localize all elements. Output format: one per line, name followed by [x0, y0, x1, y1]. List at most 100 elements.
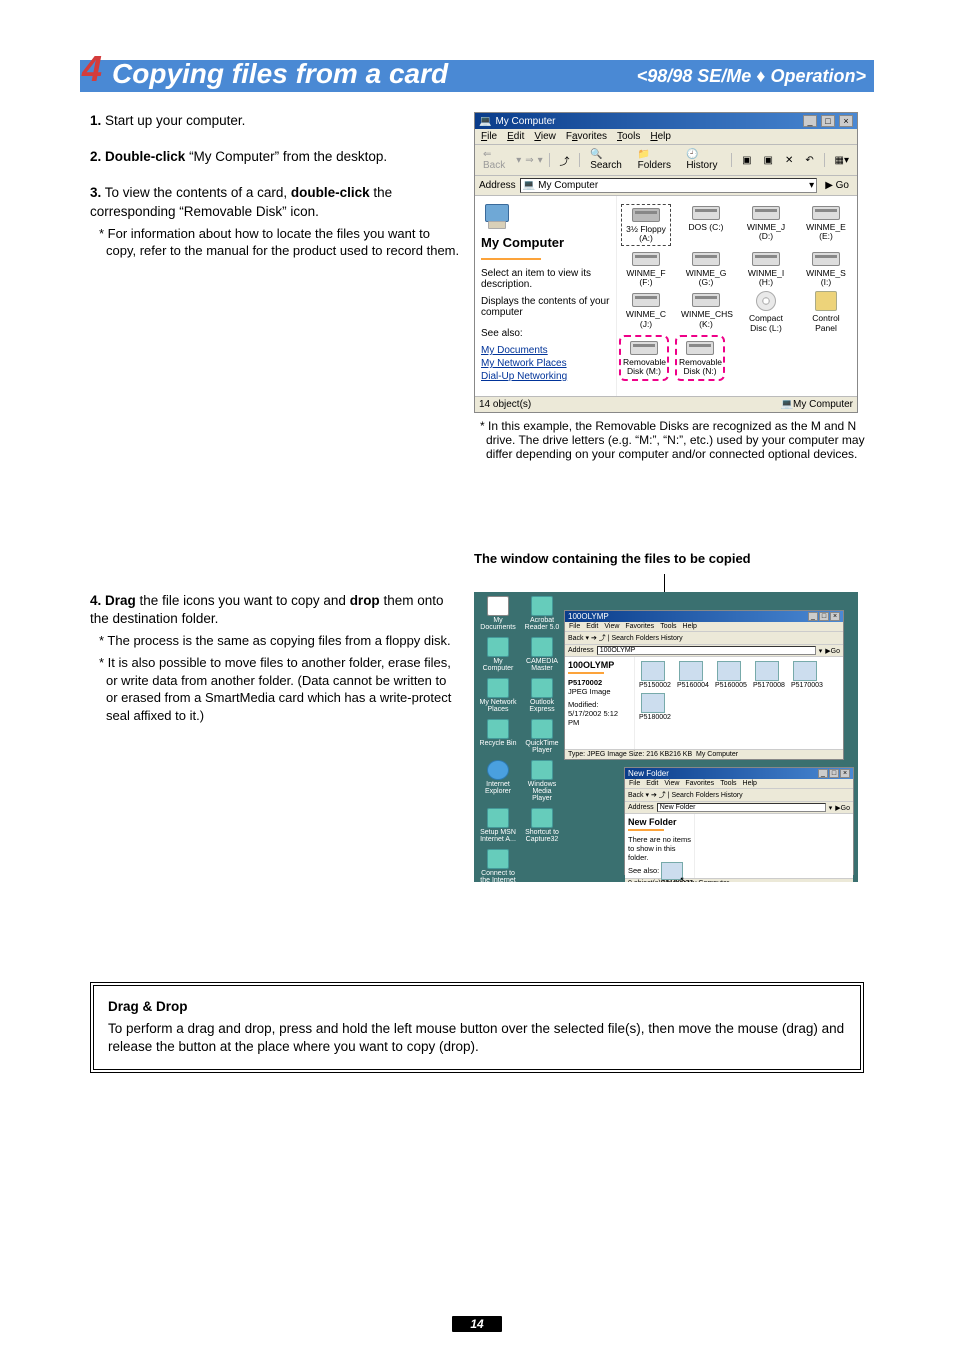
icon-msn[interactable]: Setup MSN Internet A...: [478, 808, 518, 843]
control-panel[interactable]: Control Panel: [801, 291, 851, 333]
link-dialup-networking[interactable]: Dial-Up Networking: [481, 371, 610, 382]
icon-ie[interactable]: Internet Explorer: [478, 760, 518, 802]
my-computer-icon: [481, 202, 513, 230]
step-bold: Double-click: [105, 149, 185, 164]
file-item[interactable]: P5170008: [753, 661, 781, 689]
toolbar-copyto[interactable]: ▣: [760, 153, 777, 168]
drive-f[interactable]: WINME_F (F:): [621, 250, 671, 288]
address-dropdown[interactable]: ▾: [819, 647, 823, 655]
toolbar-forward[interactable]: ⇒: [525, 155, 533, 166]
menu-file[interactable]: File: [481, 131, 497, 142]
sw-titlebar[interactable]: New Folder _□×: [625, 768, 853, 779]
address-dropdown[interactable]: ▾: [809, 180, 814, 191]
address-input[interactable]: New Folder: [657, 803, 826, 812]
drive-removable-m[interactable]: Removable Disk (M:): [619, 335, 669, 381]
drive-h[interactable]: WINME_I (H:): [741, 250, 791, 288]
maximize-button[interactable]: □: [821, 115, 835, 127]
file-item[interactable]: P5180002: [639, 693, 667, 721]
minimize-button[interactable]: _: [808, 612, 818, 621]
icon-network-places[interactable]: My Network Places: [478, 678, 518, 713]
menu-tools[interactable]: Tools: [720, 780, 736, 787]
menu-tools[interactable]: Tools: [660, 623, 676, 630]
icon-camedia[interactable]: CAMEDIA Master: [522, 637, 562, 672]
address-dropdown[interactable]: ▾: [829, 804, 833, 812]
maximize-button[interactable]: □: [819, 612, 829, 621]
file-item[interactable]: P5170003: [791, 661, 819, 689]
file-item[interactable]: P5150002: [639, 661, 667, 689]
address-input[interactable]: 💻 My Computer ▾: [520, 178, 818, 193]
menu-favorites[interactable]: Favorites: [566, 131, 607, 142]
link-my-documents[interactable]: My Documents: [481, 345, 610, 356]
toolbar-history[interactable]: 🕘 History: [682, 147, 725, 173]
toolbar-moveto[interactable]: ▣: [738, 153, 755, 168]
window-titlebar[interactable]: 💻 My Computer _ □ ×: [475, 113, 857, 129]
drive-removable-n[interactable]: Removable Disk (N:): [675, 335, 725, 381]
icon-acrobat[interactable]: Acrobat Reader 5.0: [522, 596, 562, 631]
close-button[interactable]: ×: [839, 115, 853, 127]
maximize-button[interactable]: □: [829, 769, 839, 778]
icon-recycle[interactable]: Recycle Bin: [478, 719, 518, 754]
address-input[interactable]: 100OLYMP: [597, 646, 816, 655]
drive-d[interactable]: WINME_J (D:): [741, 204, 791, 246]
menu-favorites[interactable]: Favorites: [625, 623, 654, 630]
toolbar-undo[interactable]: ↶: [801, 153, 817, 168]
minimize-button[interactable]: _: [803, 115, 817, 127]
sw-titlebar[interactable]: 100OLYMP _□×: [565, 611, 843, 622]
toolbar-back[interactable]: ⇐ Back: [479, 147, 512, 173]
toolbar-up[interactable]: ⤴: [555, 151, 573, 170]
menu-edit[interactable]: Edit: [646, 780, 658, 787]
drive-cd[interactable]: Compact Disc (L:): [741, 291, 791, 333]
menu-help[interactable]: Help: [743, 780, 757, 787]
drive-j[interactable]: WINME_C (J:): [621, 291, 671, 333]
sw-toolbar[interactable]: Back ▾ ➔ ⤴ | Search Folders History: [565, 632, 843, 645]
icon-connect[interactable]: Connect to the Internet: [478, 849, 518, 882]
toolbar-fwd-drop[interactable]: ▾: [538, 155, 543, 166]
toolbar-folders[interactable]: 📁 Folders: [634, 147, 679, 173]
menu-tools[interactable]: Tools: [617, 131, 640, 142]
file-item[interactable]: P5160005: [715, 661, 743, 689]
icon-my-computer[interactable]: My Computer: [478, 637, 518, 672]
window-left-pane: My Computer Select an item to view its d…: [475, 196, 617, 396]
drive-i[interactable]: WINME_S (I:): [801, 250, 851, 288]
menu-file[interactable]: File: [569, 623, 580, 630]
sw-drop-area[interactable]: P5170002 ↖: [695, 814, 853, 878]
drive-k[interactable]: WINME_CHS (K:): [681, 291, 731, 333]
go-button[interactable]: ▶Go: [835, 804, 850, 812]
menu-view[interactable]: View: [534, 131, 556, 142]
file-item[interactable]: P5160004: [677, 661, 705, 689]
menu-view[interactable]: View: [664, 780, 679, 787]
close-button[interactable]: ×: [840, 769, 850, 778]
menu-help[interactable]: Help: [683, 623, 697, 630]
menu-view[interactable]: View: [604, 623, 619, 630]
go-button[interactable]: ▶Go: [825, 647, 840, 655]
icon-wmp[interactable]: Windows Media Player: [522, 760, 562, 802]
icon-my-documents[interactable]: My Documents: [478, 596, 518, 631]
sw-addressbar: Address 100OLYMP ▾ ▶Go: [565, 645, 843, 657]
menu-edit[interactable]: Edit: [586, 623, 598, 630]
source-folder-window[interactable]: 100OLYMP _□× File Edit View Favorites To…: [564, 610, 844, 760]
toolbar-search[interactable]: 🔍 Search: [586, 147, 629, 173]
toolbar-views[interactable]: ▦▾: [831, 153, 853, 168]
drive-g[interactable]: WINME_G (G:): [681, 250, 731, 288]
minimize-button[interactable]: _: [818, 769, 828, 778]
close-button[interactable]: ×: [830, 612, 840, 621]
cursor-icon: ↖: [679, 875, 687, 882]
menu-file[interactable]: File: [629, 780, 640, 787]
icon-capture[interactable]: Shortcut to Capture32: [522, 808, 562, 843]
destination-folder-window[interactable]: New Folder _□× File Edit View Favorites …: [624, 767, 854, 875]
icon-quicktime[interactable]: QuickTime Player: [522, 719, 562, 754]
sw-toolbar[interactable]: Back ▾ ➔ ⤴ | Search Folders History: [625, 789, 853, 802]
menu-edit[interactable]: Edit: [507, 131, 524, 142]
window-addressbar: Address 💻 My Computer ▾ ▶ Go: [475, 176, 857, 196]
menu-help[interactable]: Help: [650, 131, 671, 142]
toolbar-delete[interactable]: ✕: [781, 153, 797, 168]
link-my-network-places[interactable]: My Network Places: [481, 358, 610, 369]
drive-floppy-a[interactable]: 3½ Floppy (A:): [621, 204, 671, 246]
drive-e[interactable]: WINME_E (E:): [801, 204, 851, 246]
icon-outlook[interactable]: Outlook Express: [522, 678, 562, 713]
menu-favorites[interactable]: Favorites: [685, 780, 714, 787]
toolbar-back-drop[interactable]: ▾: [516, 155, 521, 166]
drive-c[interactable]: DOS (C:): [681, 204, 731, 246]
sw-title-text: New Folder: [628, 769, 669, 778]
go-button[interactable]: ▶ Go: [821, 180, 853, 191]
